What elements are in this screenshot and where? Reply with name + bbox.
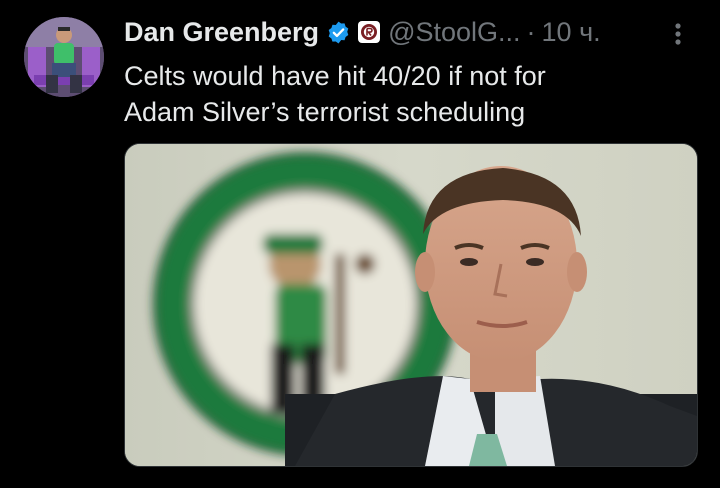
- tweet-text-line: Celts would have hit 40/20 if not for: [124, 61, 546, 91]
- user-handle[interactable]: @StoolG...: [388, 17, 520, 48]
- tweet[interactable]: Dan Greenberg @StoolG... · 10 ч. Celts w…: [0, 0, 720, 488]
- tweet-header: Dan Greenberg @StoolG... · 10 ч.: [124, 14, 601, 50]
- tweet-text-line: Adam Silver’s terrorist scheduling: [124, 97, 526, 127]
- verified-badge-icon[interactable]: [326, 20, 351, 45]
- tweet-text: Celts would have hit 40/20 if not for Ad…: [124, 58, 704, 130]
- affiliate-badge-icon[interactable]: [358, 21, 381, 43]
- separator-dot: ·: [526, 16, 536, 47]
- display-name[interactable]: Dan Greenberg: [124, 17, 319, 48]
- more-options-icon[interactable]: [668, 20, 688, 48]
- timestamp[interactable]: 10 ч.: [542, 17, 601, 48]
- tweet-media-image[interactable]: [124, 143, 698, 467]
- avatar[interactable]: [24, 17, 104, 97]
